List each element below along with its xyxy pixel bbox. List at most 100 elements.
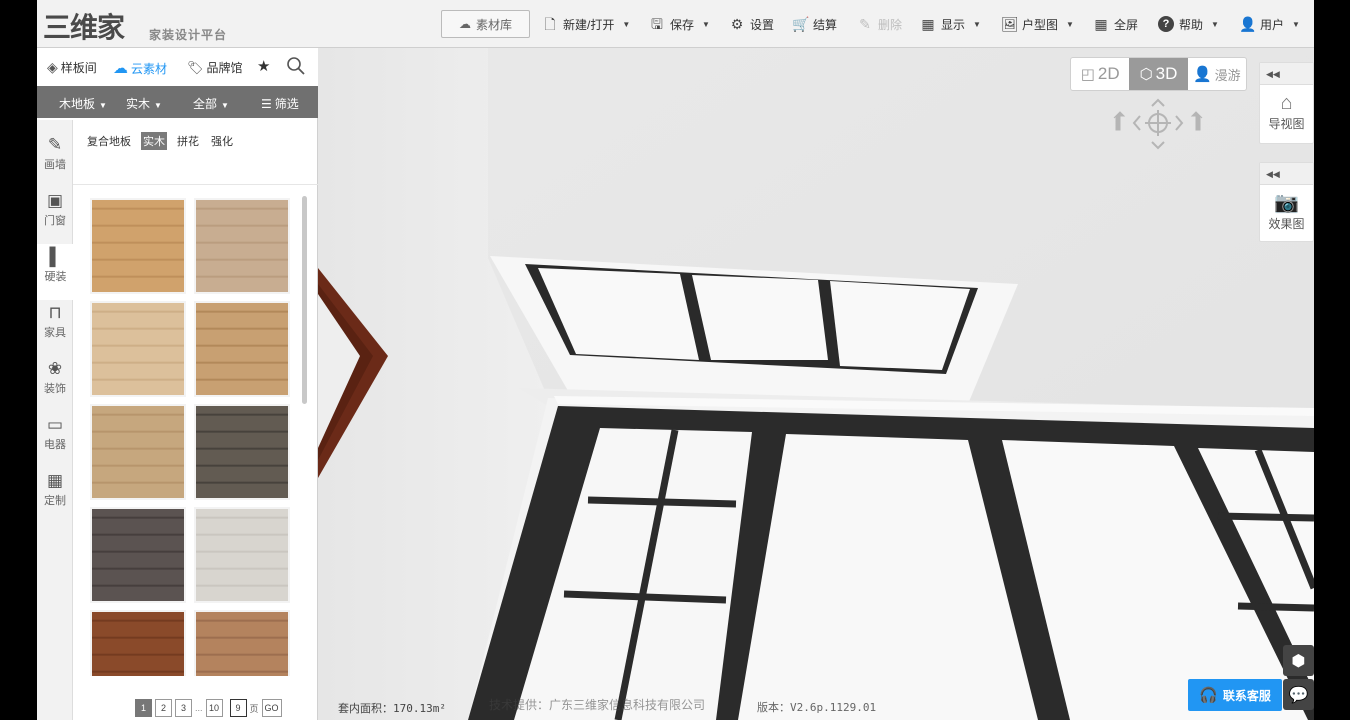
grid-icon: ▦ bbox=[46, 471, 64, 490]
page-button[interactable]: 3 bbox=[175, 699, 192, 717]
delete-button[interactable]: ✎ 删除 bbox=[857, 13, 902, 35]
tab-cloud[interactable]: ☁ 云素材 bbox=[113, 59, 167, 77]
tab-samples[interactable]: ◈ 样板间 bbox=[47, 59, 97, 76]
category-item[interactable]: ⊓ 家具 bbox=[37, 300, 73, 356]
collapse-button[interactable]: ◀◀ bbox=[1260, 63, 1313, 85]
top-toolbar: 三维家 家装设计平台 ☁ 素材库 🗋 新建/打开 ▼ 🖫 保存 ▼ ⚙ 设置 🛒… bbox=[37, 0, 1314, 48]
category-label: 木地板 bbox=[59, 97, 96, 111]
floorplan-label: 户型图 bbox=[1022, 17, 1059, 32]
cloud-icon: ☁ bbox=[113, 60, 128, 77]
chevron-down-icon: ▼ bbox=[154, 101, 162, 110]
category-item[interactable]: ▦ 定制 bbox=[37, 468, 73, 524]
material-tile[interactable] bbox=[90, 507, 186, 603]
fullscreen-button[interactable]: ▦ 全屏 bbox=[1093, 13, 1138, 35]
chat-button[interactable]: 💬 bbox=[1283, 679, 1314, 710]
chevron-down-icon: ▼ bbox=[973, 19, 981, 29]
chevron-down-icon: ▼ bbox=[99, 101, 107, 110]
wall-icon: ✎ bbox=[47, 135, 63, 154]
material-tile[interactable] bbox=[194, 507, 290, 603]
new-open-label: 新建/打开 bbox=[563, 17, 615, 32]
category-item[interactable]: ▌ 硬装 bbox=[37, 244, 74, 300]
page-button[interactable]: 10 bbox=[205, 699, 223, 717]
settings-button[interactable]: ⚙ 设置 bbox=[729, 13, 774, 35]
fullscreen-icon: ▦ bbox=[1094, 16, 1108, 32]
arrow-up-icon[interactable] bbox=[1151, 98, 1165, 107]
rotate-right-icon[interactable] bbox=[1190, 111, 1203, 131]
new-open-menu[interactable]: 🗋 新建/打开 ▼ bbox=[542, 13, 630, 35]
category-label: 电器 bbox=[44, 439, 66, 451]
go-button[interactable]: GO bbox=[261, 699, 282, 717]
tag-icon: 🏷 bbox=[187, 59, 204, 75]
page-input[interactable]: 9 bbox=[229, 699, 247, 717]
list-icon: ☰ bbox=[261, 97, 272, 111]
walk-mode-button[interactable]: 👤 漫游 bbox=[1188, 58, 1246, 90]
display-label: 显示 bbox=[941, 17, 966, 32]
subfilter-item[interactable]: 拼花 bbox=[175, 132, 201, 150]
category-label: 装饰 bbox=[44, 383, 66, 395]
subfilter-item[interactable]: 实木 bbox=[141, 132, 167, 150]
view-3d-button[interactable]: ⬡ 3D bbox=[1129, 58, 1188, 90]
filter-button[interactable]: ☰ 筛选 bbox=[261, 95, 299, 112]
subfilter-list: 复合地板 实木 拼花 强化 bbox=[85, 132, 235, 150]
subfilter-item[interactable]: 复合地板 bbox=[85, 132, 133, 150]
favorites-button[interactable]: ★ bbox=[257, 57, 270, 75]
render-button[interactable]: 📷 效果图 bbox=[1260, 185, 1313, 232]
navigator-button[interactable]: ⌂ 导视图 bbox=[1260, 85, 1313, 132]
window-icon: ▣ bbox=[46, 191, 64, 210]
material-library-label: 素材库 bbox=[475, 17, 512, 32]
scrollbar[interactable] bbox=[302, 196, 307, 404]
user-menu[interactable]: 👤 用户 ▼ bbox=[1239, 13, 1300, 35]
tv-icon: ▭ bbox=[46, 415, 64, 434]
material-label: 实木 bbox=[126, 97, 151, 111]
area-status: 套内面积：170.13m² bbox=[338, 700, 446, 716]
home-icon: ⌂ bbox=[1280, 92, 1293, 114]
material-dropdown[interactable]: 实木 ▼ bbox=[126, 95, 162, 112]
page-button[interactable]: 2 bbox=[155, 699, 172, 717]
render-panel: ◀◀ 📷 效果图 bbox=[1259, 162, 1314, 242]
material-tile[interactable] bbox=[194, 404, 290, 500]
material-tile[interactable] bbox=[90, 404, 186, 500]
arrow-down-icon[interactable] bbox=[1151, 141, 1165, 150]
material-tile[interactable] bbox=[194, 198, 290, 294]
camera-nav-pad[interactable] bbox=[1110, 96, 1206, 152]
category-item[interactable]: ▭ 电器 bbox=[37, 412, 73, 468]
view-2d-button[interactable]: ◰ 2D bbox=[1071, 58, 1129, 90]
help-menu[interactable]: ? 帮助 ▼ bbox=[1158, 13, 1219, 35]
render-label: 效果图 bbox=[1268, 217, 1305, 231]
material-tile[interactable] bbox=[90, 198, 186, 294]
collapse-button[interactable]: ◀◀ bbox=[1260, 163, 1313, 185]
logo-mark: 三维家 bbox=[43, 11, 125, 44]
plant-icon: ❀ bbox=[47, 359, 63, 378]
display-menu[interactable]: ▦ 显示 ▼ bbox=[920, 13, 981, 35]
contact-support-button[interactable]: 🎧 联系客服 bbox=[1188, 679, 1282, 711]
page-button[interactable]: 1 bbox=[135, 699, 152, 717]
material-tile[interactable] bbox=[90, 301, 186, 397]
material-library-button[interactable]: ☁ 素材库 bbox=[441, 10, 530, 38]
tab-brand[interactable]: 🏷 品牌馆 bbox=[187, 59, 243, 76]
checkout-button[interactable]: 🛒 结算 bbox=[792, 13, 837, 35]
category-item[interactable]: ▣ 门窗 bbox=[37, 188, 73, 244]
category-item[interactable]: ✎ 画墙 bbox=[37, 132, 73, 188]
search-button[interactable] bbox=[286, 56, 306, 76]
3d-cube-button[interactable]: ⬢ bbox=[1283, 645, 1314, 676]
help-label: 帮助 bbox=[1179, 17, 1204, 32]
camera-icon: 📷 bbox=[1274, 192, 1299, 214]
headset-icon: 🎧 bbox=[1199, 687, 1218, 704]
material-tile[interactable] bbox=[90, 610, 186, 676]
rotate-left-icon[interactable] bbox=[1113, 111, 1126, 131]
cart-icon: 🛒 bbox=[792, 16, 810, 32]
arrow-left-icon[interactable] bbox=[1132, 115, 1141, 131]
category-dropdown[interactable]: 木地板 ▼ bbox=[59, 95, 107, 112]
arrow-right-icon[interactable] bbox=[1175, 115, 1184, 131]
material-tile[interactable] bbox=[194, 301, 290, 397]
material-tile[interactable] bbox=[194, 610, 290, 676]
category-item[interactable]: ❀ 装饰 bbox=[37, 356, 73, 412]
chevron-down-icon: ▼ bbox=[1292, 19, 1300, 29]
chat-icon: 💬 bbox=[1288, 686, 1309, 704]
floorplan-menu[interactable]: 🖼 户型图 ▼ bbox=[1001, 13, 1074, 35]
navigator-label: 导视图 bbox=[1268, 117, 1305, 131]
filter-bar: 木地板 ▼ 实木 ▼ 全部 ▼ ☰ 筛选 bbox=[37, 86, 318, 118]
subfilter-item[interactable]: 强化 bbox=[209, 132, 235, 150]
scope-dropdown[interactable]: 全部 ▼ bbox=[193, 95, 229, 112]
save-menu[interactable]: 🖫 保存 ▼ bbox=[649, 13, 710, 35]
